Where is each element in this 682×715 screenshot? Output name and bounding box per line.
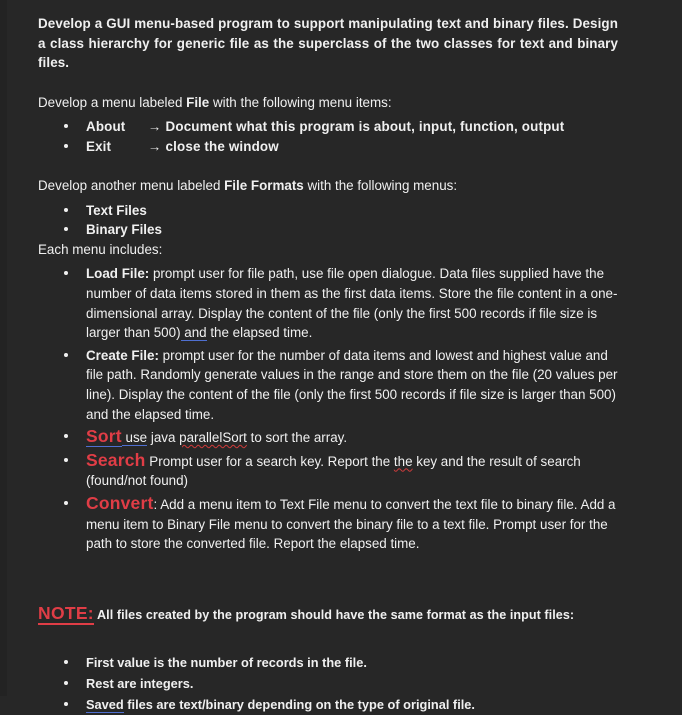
- each-menu-includes-label: Each menu includes:: [38, 241, 163, 257]
- file-formats-intro-after: with the following menus:: [303, 178, 458, 194]
- file-formats-menu-name: File Formats: [224, 178, 304, 194]
- spelling-error-the: the: [393, 453, 413, 469]
- document-body: Develop a GUI menu-based program to supp…: [38, 14, 618, 715]
- operation-body-search-part1: Prompt user for a search key. Report the: [145, 453, 394, 469]
- spelling-error-parallelsort: parallelSort: [179, 430, 247, 446]
- list-item-create-file: Create File: prompt user for the number …: [38, 346, 618, 424]
- bullet-dot-icon: [64, 143, 68, 148]
- note-text: All files created by the program should …: [93, 608, 575, 623]
- operation-body-sort-part1: java: [147, 430, 180, 446]
- bullet-dot-icon: [64, 659, 68, 664]
- menu-item-desc-exit: close the window: [165, 138, 279, 154]
- note-item-text-1: First value is the number of records in …: [86, 654, 367, 670]
- file-menu-item-list: About → Document what this program is abou…: [38, 117, 618, 156]
- operation-label-search: Search: [86, 449, 146, 470]
- bullet-dot-icon: [64, 457, 68, 462]
- file-menu-name: File: [186, 94, 210, 110]
- menu-label-binary-files: Binary Files: [86, 222, 162, 238]
- operation-body-sort-part2: to sort the array.: [246, 430, 348, 446]
- operation-label-create-file: Create File:: [86, 347, 159, 363]
- assignment-heading: Develop a GUI menu-based program to supp…: [38, 16, 618, 70]
- file-formats-menu-list: Text Files Binary Files: [38, 201, 618, 240]
- menu-item-label-about: About: [86, 119, 126, 134]
- operation-label-sort: Sort: [86, 426, 122, 448]
- operation-body-create-file: prompt user for the number of data items…: [86, 347, 618, 422]
- right-arrow-icon: →: [148, 119, 162, 134]
- menu-operations-list: Load File: prompt user for file path, us…: [38, 264, 618, 553]
- file-menu-intro-after: with the following menu items:: [209, 94, 392, 110]
- note-keyword: NOTE:: [38, 603, 94, 626]
- bullet-dot-icon: [64, 500, 68, 505]
- grammar-suggestion-saved: Saved: [86, 696, 124, 713]
- bullet-dot-icon: [64, 701, 68, 706]
- file-menu-intro-before: Develop a menu labeled: [38, 94, 187, 110]
- operation-body-load-file-part1: prompt user for file path, use file open…: [86, 266, 618, 341]
- grammar-suggestion-and: and: [180, 325, 207, 342]
- bullet-dot-icon: [64, 434, 68, 439]
- note-paragraph: NOTE: All files created by the program s…: [38, 603, 618, 626]
- menu-item-desc-about: Document what this program is about, inp…: [165, 119, 565, 134]
- list-item-binary-files: Binary Files: [38, 220, 618, 240]
- file-formats-intro-before: Develop another menu labeled: [38, 178, 225, 194]
- menu-item-label-exit: Exit: [86, 138, 112, 154]
- list-item-first-value: First value is the number of records in …: [38, 652, 618, 673]
- file-menu-intro: Develop a menu labeled File with the fol…: [38, 93, 618, 113]
- list-item-convert: Convert: Add a menu item to Text File me…: [38, 492, 618, 554]
- note-item-text-2: Rest are integers.: [86, 675, 194, 691]
- document-page: Develop a GUI menu-based program to supp…: [0, 0, 682, 713]
- list-item-search: Search Prompt user for a search key. Rep…: [38, 449, 618, 491]
- list-item-rest-integers: Rest are integers.: [38, 673, 618, 694]
- menu-label-text-files: Text Files: [86, 202, 147, 218]
- bullet-dot-icon: [64, 227, 68, 232]
- list-item-sort: Sort use java parallelSort to sort the a…: [38, 426, 618, 448]
- operation-body-convert: : Add a menu item to Text File menu to c…: [86, 496, 616, 552]
- list-item-exit: Exit → close the window: [38, 137, 618, 157]
- operation-label-convert: Convert: [86, 492, 154, 513]
- operation-body-load-file-part2: the elapsed time.: [206, 325, 313, 341]
- list-item-about: About → Document what this program is abou…: [38, 117, 618, 137]
- note-item-list: First value is the number of records in …: [38, 652, 618, 715]
- bullet-dot-icon: [64, 207, 68, 212]
- bullet-dot-icon: [64, 271, 68, 276]
- left-margin-strip: [0, 0, 7, 696]
- note-item-text-3: files are text/binary depending on the t…: [123, 696, 475, 712]
- list-item-text-files: Text Files: [38, 201, 618, 221]
- bullet-dot-icon: [64, 680, 68, 685]
- list-item-saved-files: Saved files are text/binary depending on…: [38, 694, 618, 715]
- bullet-dot-icon: [64, 352, 68, 357]
- list-item-load-file: Load File: prompt user for file path, us…: [38, 264, 618, 342]
- right-arrow-icon: →: [148, 138, 162, 154]
- grammar-suggestion-use: use: [121, 430, 148, 447]
- bullet-dot-icon: [64, 124, 68, 128]
- file-formats-intro: Develop another menu labeled File Format…: [38, 176, 618, 196]
- operation-label-load-file: Load File:: [86, 266, 150, 282]
